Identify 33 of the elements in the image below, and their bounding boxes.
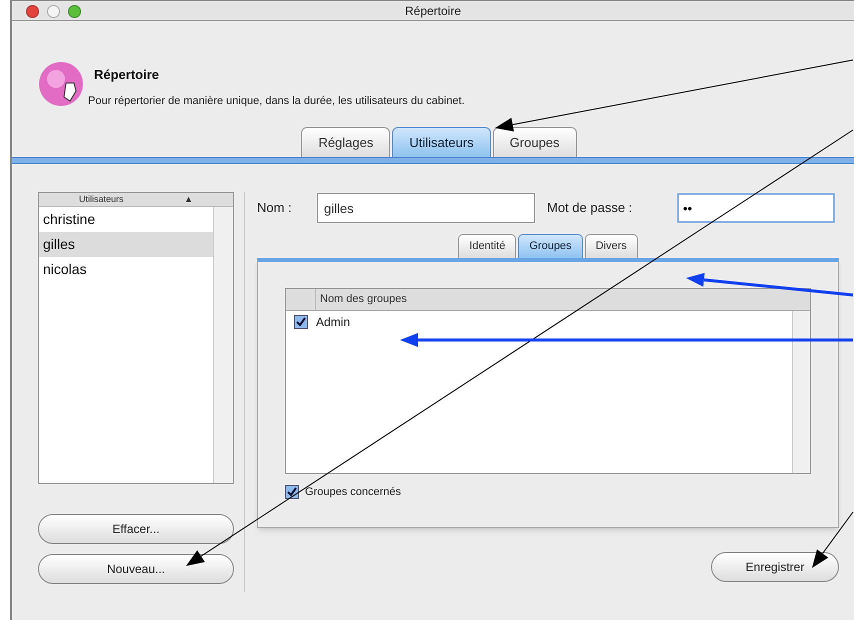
tab[interactable]: Groupes <box>492 127 577 157</box>
checkbox[interactable] <box>285 485 299 500</box>
list-item[interactable]: gilles <box>39 232 213 257</box>
name-field[interactable]: gilles <box>317 193 535 223</box>
button[interactable]: Nouveau... <box>38 554 234 584</box>
password-label: Mot de passe : <box>547 199 634 218</box>
header-title: Répertoire <box>94 66 160 84</box>
window-title: Répertoire <box>404 2 462 20</box>
sort-indicator: ▲ <box>184 192 193 206</box>
save-button[interactable]: Enregistrer <box>711 552 839 582</box>
checkmark-icon <box>296 317 306 327</box>
password-field[interactable]: •• <box>677 193 835 223</box>
checkbox-label: Groupes concernés <box>305 485 401 500</box>
tab[interactable]: Identité <box>458 234 516 258</box>
checkmark-icon <box>287 487 297 498</box>
group-name: Admin <box>316 314 350 331</box>
annotation-arrow <box>812 512 854 568</box>
column-label: Utilisateurs <box>79 192 124 206</box>
header-description: Pour répertorier de manière unique, dans la durée, les utilisateurs du cabinet. <box>88 94 465 108</box>
close-button[interactable] <box>26 5 39 18</box>
annotation-arrow <box>400 333 470 347</box>
app-icon <box>38 59 84 109</box>
column-header[interactable]: Nom des groupes <box>316 289 407 310</box>
checkbox[interactable] <box>294 315 308 329</box>
tab[interactable]: Utilisateurs <box>392 127 491 157</box>
tab[interactable]: Réglages <box>301 127 390 157</box>
column-header[interactable]: Utilisateurs ▲ <box>39 193 233 207</box>
name-label: Nom : <box>257 199 293 218</box>
tab[interactable]: Divers <box>584 234 638 258</box>
zoom-button[interactable] <box>68 5 81 18</box>
annotation-arrow <box>186 527 246 566</box>
button[interactable]: Effacer... <box>38 514 234 544</box>
tab[interactable]: Groupes <box>518 234 583 258</box>
